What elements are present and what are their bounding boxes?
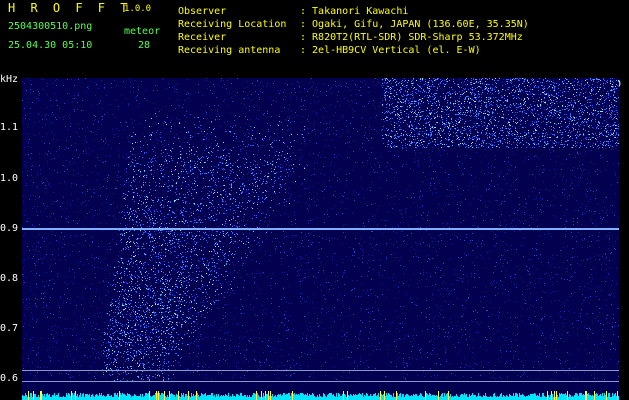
meteor-count: 28 <box>138 40 151 51</box>
app-version: 1.0.0 <box>124 4 152 14</box>
y-tick-label: 0.9 <box>0 223 19 234</box>
date-time: 25.04.30 05:10 <box>8 40 93 51</box>
reference-line <box>22 381 619 382</box>
reference-line <box>22 370 619 371</box>
y-tick-label: 1.1 <box>0 122 19 133</box>
meteor-label: meteor <box>124 26 161 37</box>
file-name: 2504300510.png <box>8 21 93 32</box>
app-brand: H R O F F T <box>8 1 132 15</box>
station-info-values: : Takanori Kawachi : Ogaki, Gifu, JAPAN … <box>300 6 529 56</box>
spectrogram-canvas <box>22 78 619 400</box>
y-axis-unit: kHz <box>0 74 19 85</box>
y-tick-label: 0.8 <box>0 273 19 284</box>
y-tick-label: 0.7 <box>0 323 19 334</box>
carrier-line <box>22 228 619 230</box>
station-info-labels: Observer Receiving Location Receiver Rec… <box>178 6 287 56</box>
y-tick-label: 1.0 <box>0 173 19 184</box>
y-tick-label: 0.6 <box>0 373 19 384</box>
spectrogram-plot <box>22 78 619 400</box>
